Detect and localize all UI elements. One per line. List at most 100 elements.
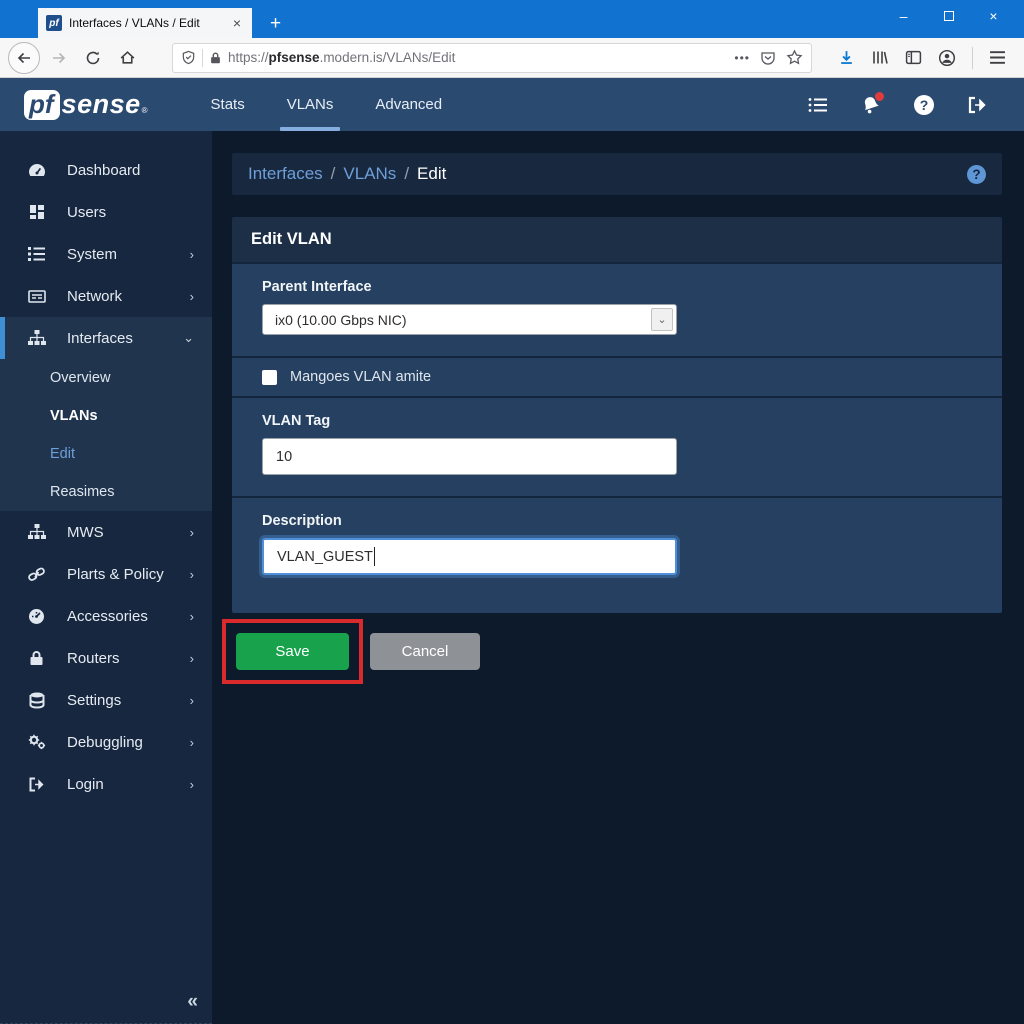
sidebar-item-interfaces[interactable]: Interfaces ⌄ <box>0 317 212 359</box>
vlan-checkbox[interactable] <box>262 370 277 385</box>
vlan-checkbox-row: Mangoes VLAN amite <box>232 356 1002 396</box>
sidebar-collapse-icon[interactable]: « <box>187 991 198 1013</box>
sidebar-item-mws[interactable]: MWS › <box>0 511 212 553</box>
back-arrow-icon <box>16 50 32 66</box>
edit-vlan-panel: Edit VLAN Parent Interface ix0 (10.00 Gb… <box>232 217 1002 613</box>
link-icon <box>27 567 46 582</box>
page-actions-icon[interactable]: ••• <box>734 51 750 65</box>
breadcrumb-separator: / <box>404 164 409 184</box>
window-close-button[interactable]: × <box>971 8 1016 24</box>
downloads-icon[interactable] <box>838 49 855 66</box>
main-content: Interfaces / VLANs / Edit ? Edit VLAN Pa… <box>212 131 1024 1024</box>
sidebar-item-settings[interactable]: Settings › <box>0 679 212 721</box>
chevron-right-icon: › <box>190 735 194 750</box>
nav-advanced[interactable]: Advanced <box>354 78 463 131</box>
gauge-icon <box>27 162 46 178</box>
sidebar-item-dashboard[interactable]: Dashboard <box>0 149 212 191</box>
breadcrumb-interfaces-link[interactable]: Interfaces <box>248 164 323 184</box>
cancel-button[interactable]: Cancel <box>370 633 480 670</box>
list-menu-icon[interactable] <box>807 94 829 116</box>
tab-close-icon[interactable]: × <box>230 15 244 31</box>
description-value: VLAN_GUEST <box>277 549 373 565</box>
vlan-checkbox-label: Mangoes VLAN amite <box>290 369 431 385</box>
forward-arrow-icon <box>51 50 67 66</box>
sidebar-item-users[interactable]: Users <box>0 191 212 233</box>
sidebar-subitem-overview[interactable]: Overview <box>0 359 212 397</box>
description-row: Description VLAN_GUEST <box>232 496 1002 613</box>
sidebar-subitem-reasimes[interactable]: Reasimes <box>0 473 212 511</box>
dial-icon <box>27 608 46 625</box>
lock-icon <box>27 650 46 666</box>
browser-tab[interactable]: pf Interfaces / VLANs / Edit × <box>38 8 252 38</box>
account-icon[interactable] <box>938 49 956 67</box>
sitemap-icon <box>27 330 46 346</box>
url-domain: pfsense <box>269 50 320 65</box>
vlan-tag-label: VLAN Tag <box>262 413 972 429</box>
address-bar[interactable]: https://pfsense.modern.is/VLANs/Edit ••• <box>172 43 812 73</box>
help-icon[interactable]: ? <box>913 94 935 116</box>
notifications-bell-icon[interactable] <box>860 94 882 116</box>
library-icon[interactable] <box>871 49 889 66</box>
breadcrumb: Interfaces / VLANs / Edit ? <box>232 153 1002 195</box>
network-card-icon <box>27 289 46 304</box>
chevron-right-icon: › <box>190 247 194 262</box>
nav-stats[interactable]: Stats <box>190 78 266 131</box>
sidebar-item-routers[interactable]: Routers › <box>0 637 212 679</box>
parent-interface-row: Parent Interface ix0 (10.00 Gbps NIC) ⌄ <box>232 262 1002 356</box>
sidebar-item-system[interactable]: System › <box>0 233 212 275</box>
pocket-icon[interactable] <box>760 50 776 66</box>
chevron-down-icon: ⌄ <box>183 330 194 346</box>
reload-button[interactable] <box>78 43 108 73</box>
sitemap-icon <box>27 524 46 540</box>
breadcrumb-help-icon[interactable]: ? <box>967 165 986 184</box>
bookmark-star-icon[interactable] <box>786 49 803 66</box>
vlan-tag-input[interactable]: 10 <box>262 438 677 475</box>
url-text: https://pfsense.modern.is/VLANs/Edit <box>228 50 728 65</box>
logout-icon[interactable] <box>966 94 988 116</box>
sidebar-item-accessories[interactable]: Accessories › <box>0 595 212 637</box>
pfsense-logo[interactable]: pf sense ® <box>24 89 148 120</box>
window-minimize-button[interactable]: – <box>881 8 926 24</box>
text-caret <box>374 547 376 566</box>
chevron-right-icon: › <box>190 777 194 792</box>
notification-badge <box>875 92 884 101</box>
forward-button[interactable] <box>44 43 74 73</box>
window-maximize-button[interactable] <box>926 8 971 24</box>
gears-icon <box>27 734 46 750</box>
sidebar-item-debuggling[interactable]: Debuggling › <box>0 721 212 763</box>
sidebar-item-plarts-policy[interactable]: Plarts & Policy › <box>0 553 212 595</box>
new-tab-button[interactable]: + <box>262 13 289 35</box>
url-scheme: https:// <box>228 50 269 65</box>
sidebar-subitem-edit[interactable]: Edit <box>0 435 212 473</box>
sidebar-subitem-vlans[interactable]: VLANs <box>0 397 212 435</box>
tracking-shield-icon <box>181 50 196 65</box>
chevron-right-icon: › <box>190 651 194 666</box>
chevron-right-icon: › <box>190 609 194 624</box>
menu-hamburger-icon[interactable] <box>989 50 1006 65</box>
description-input[interactable]: VLAN_GUEST <box>262 538 677 575</box>
logo-sense-text: sense <box>62 89 141 120</box>
nav-vlans[interactable]: VLANs <box>266 78 355 131</box>
tab-title: Interfaces / VLANs / Edit <box>69 16 223 30</box>
vlan-tag-row: VLAN Tag 10 <box>232 396 1002 496</box>
back-button[interactable] <box>8 42 40 74</box>
save-highlight-annotation: Save <box>222 619 363 684</box>
sidebar-group-interfaces: Interfaces ⌄ Overview VLANs Edit Reasime… <box>0 317 212 511</box>
chevron-down-icon: ⌄ <box>651 308 673 331</box>
breadcrumb-separator: / <box>331 164 336 184</box>
breadcrumb-vlans-link[interactable]: VLANs <box>343 164 396 184</box>
reload-icon <box>85 50 101 66</box>
sidebar-toggle-icon[interactable] <box>905 49 922 66</box>
lock-icon <box>209 51 222 65</box>
logo-registered-mark: ® <box>142 106 148 115</box>
logo-pf-badge: pf <box>24 90 60 120</box>
parent-interface-select[interactable]: ix0 (10.00 Gbps NIC) ⌄ <box>262 304 677 335</box>
home-button[interactable] <box>112 43 142 73</box>
browser-toolbar: https://pfsense.modern.is/VLANs/Edit ••• <box>0 38 1024 78</box>
save-button[interactable]: Save <box>236 633 349 670</box>
pfsense-header: pf sense ® Stats VLANs Advanced ? <box>0 78 1024 131</box>
sidebar-item-network[interactable]: Network › <box>0 275 212 317</box>
sidebar-item-login[interactable]: Login › <box>0 763 212 805</box>
breadcrumb-current: Edit <box>417 164 446 184</box>
home-icon <box>119 49 136 66</box>
